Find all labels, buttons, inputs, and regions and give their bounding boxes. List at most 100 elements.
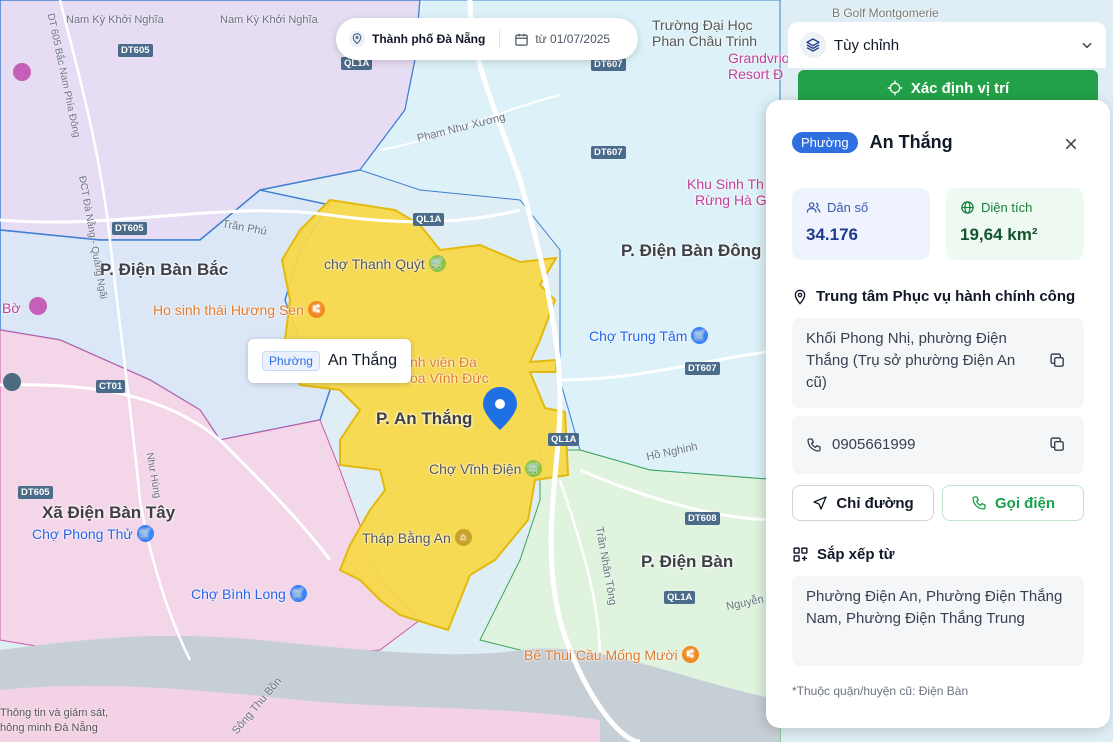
tooltip-name: An Thắng <box>327 352 398 369</box>
date-text: từ 01/07/2025 <box>535 32 611 46</box>
cart-icon: 🛒 <box>136 525 154 542</box>
panel-header: Phường An Thắng <box>792 132 953 153</box>
poi-market[interactable]: chợ Thanh Quýt 🛒 <box>324 255 446 272</box>
date-selector[interactable]: từ 01/07/2025 <box>514 32 610 47</box>
road-name: Nam Kỳ Khởi Nghĩa <box>220 14 318 26</box>
poi-food[interactable]: Ho sinh thái Hương Sen ⑆ <box>153 301 325 318</box>
copy-phone-button[interactable] <box>1049 436 1066 460</box>
merge-icon <box>793 547 808 562</box>
area-label: P. Điện Bàn Bắc <box>100 260 229 279</box>
directions-label: Chỉ đường <box>836 494 914 512</box>
fork-knife-icon: ⑆ <box>307 301 325 318</box>
map-pin-icon <box>348 30 366 48</box>
navigation-icon <box>813 496 827 510</box>
copy-icon <box>1050 353 1064 367</box>
map-pin-icon <box>794 289 806 305</box>
credit-line: hông minh Đà Nẵng <box>0 722 98 734</box>
poi-hotel[interactable]: Grandvrio Resort Đ <box>728 50 789 82</box>
phone-box: 0905661999 <box>792 416 1084 474</box>
poi-dot-icon <box>3 373 21 391</box>
poi-landmark[interactable]: Tháp Bằng An ⌂ <box>362 529 472 546</box>
road-shield: CT01 <box>96 380 126 393</box>
poi-name: Chợ Bình Long <box>191 585 286 602</box>
road-shield: QL1A <box>548 433 580 446</box>
poi-market[interactable]: Chợ Bình Long 🛒 <box>191 585 307 602</box>
road-shield: DT605 <box>18 486 53 499</box>
poi-school[interactable]: Trường Đại Học Phan Châu Trinh <box>652 17 757 49</box>
area-card: Diện tích 19,64 km² <box>946 188 1084 260</box>
area-label: P. Điện Bàn Đông <box>621 241 762 260</box>
ward-badge: Phường <box>792 132 858 153</box>
poi-name: oa Vĩnh Đức <box>410 370 489 386</box>
close-icon <box>1065 138 1077 150</box>
call-button[interactable]: Gọi điện <box>942 485 1084 521</box>
search-bar[interactable]: Thành phố Đà Nẵng từ 01/07/2025 <box>336 18 638 60</box>
poi-name: Ho sinh thái Hương Sen <box>153 301 304 318</box>
close-button[interactable] <box>1064 134 1078 157</box>
merged-box: Phường Điện An, Phường Điện Thắng Nam, P… <box>792 576 1084 666</box>
poi-other[interactable]: B Golf Montgomerie <box>832 6 939 20</box>
globe-icon <box>961 201 974 214</box>
footnote: *Thuộc quận/huyện cũ: Điện Bàn <box>792 684 969 698</box>
poi-name: B Golf Montgomerie <box>832 6 939 20</box>
poi-name: Chợ Vĩnh Điện <box>429 460 522 477</box>
poi-market[interactable]: Chợ Trung Tâm 🛒 <box>589 327 709 344</box>
road-shield: DT605 <box>118 44 153 57</box>
population-label: Dân số <box>827 200 869 215</box>
poi-name: Chợ Trung Tâm <box>589 327 688 344</box>
phone-icon <box>972 496 986 510</box>
poi-name: Bờ <box>2 300 21 316</box>
poi-name: Khu Sinh Th <box>687 176 764 192</box>
service-center-heading: Trung tâm Phục vụ hành chính công <box>792 288 1075 305</box>
customize-dropdown[interactable]: Tùy chỉnh <box>788 22 1106 68</box>
phone-text: 0905661999 <box>832 436 916 453</box>
cart-icon: 🛒 <box>428 255 446 272</box>
poi-name: chợ Thanh Quýt <box>324 255 425 272</box>
poi-hospital[interactable]: nh viện Đa oa Vĩnh Đức <box>410 354 489 386</box>
landmark-icon: ⌂ <box>454 529 472 546</box>
address-box: Khối Phong Nhị, phường Điện Thắng (Trụ s… <box>792 318 1084 408</box>
directions-button[interactable]: Chỉ đường <box>792 485 934 521</box>
fork-knife-icon: ⑆ <box>681 646 699 663</box>
area-label: Xã Điện Bàn Tây <box>42 503 176 522</box>
poi-food[interactable]: Bê Thui Cầu Mống Mười ⑆ <box>524 646 699 663</box>
poi-name: Phan Châu Trinh <box>652 33 758 49</box>
city-name: Thành phố Đà Nẵng <box>372 32 486 46</box>
crosshair-icon <box>887 80 903 96</box>
copy-address-button[interactable] <box>1049 352 1066 376</box>
cart-icon: 🛒 <box>525 460 543 477</box>
poi-market[interactable]: Chợ Vĩnh Điện 🛒 <box>429 460 543 477</box>
layers-icon <box>800 32 826 58</box>
poi-market[interactable]: Chợ Phong Thử 🛒 <box>32 525 154 542</box>
road-shield: QL1A <box>413 213 445 226</box>
merged-heading: Sắp xếp từ <box>792 546 895 563</box>
road-shield: DT607 <box>685 362 720 375</box>
area-tooltip[interactable]: Phường An Thắng <box>248 339 412 383</box>
population-value: 34.176 <box>806 225 858 244</box>
poi-other[interactable]: Bờ <box>2 300 21 316</box>
copy-icon <box>1050 437 1064 451</box>
poi-name: Grandvrio <box>728 50 790 66</box>
city-selector[interactable]: Thành phố Đà Nẵng <box>348 30 485 48</box>
locate-label: Xác định vị trí <box>910 79 1010 97</box>
chevron-down-icon <box>1082 42 1092 49</box>
calendar-icon <box>515 33 529 46</box>
road-shield: QL1A <box>664 591 696 604</box>
heading-text: Trung tâm Phục vụ hành chính công <box>816 288 1076 305</box>
road-name: Nam Kỳ Khởi Nghĩa <box>66 14 164 26</box>
area-value: 19,64 km² <box>960 225 1038 244</box>
area-label: P. An Thắng <box>376 409 473 428</box>
poi-park[interactable]: Khu Sinh Th Rừng Hà G <box>687 176 767 208</box>
poi-name: Tháp Bằng An <box>362 529 451 546</box>
poi-dot-icon <box>29 297 47 315</box>
call-label: Gọi điện <box>995 494 1055 512</box>
poi-name: Rừng Hà G <box>695 192 767 208</box>
poi-name: Bê Thui Cầu Mống Mười <box>524 646 678 663</box>
tooltip-badge: Phường <box>262 351 320 371</box>
panel-title: An Thắng <box>869 132 953 152</box>
poi-dot-icon <box>13 63 31 81</box>
customize-label: Tùy chỉnh <box>834 36 900 54</box>
merged-text: Phường Điện An, Phường Điện Thắng Nam, P… <box>806 588 1063 627</box>
poi-name: Resort Đ <box>728 66 784 82</box>
map-credit: Thông tin và giám sát, hông minh Đà Nẵng <box>0 706 108 736</box>
